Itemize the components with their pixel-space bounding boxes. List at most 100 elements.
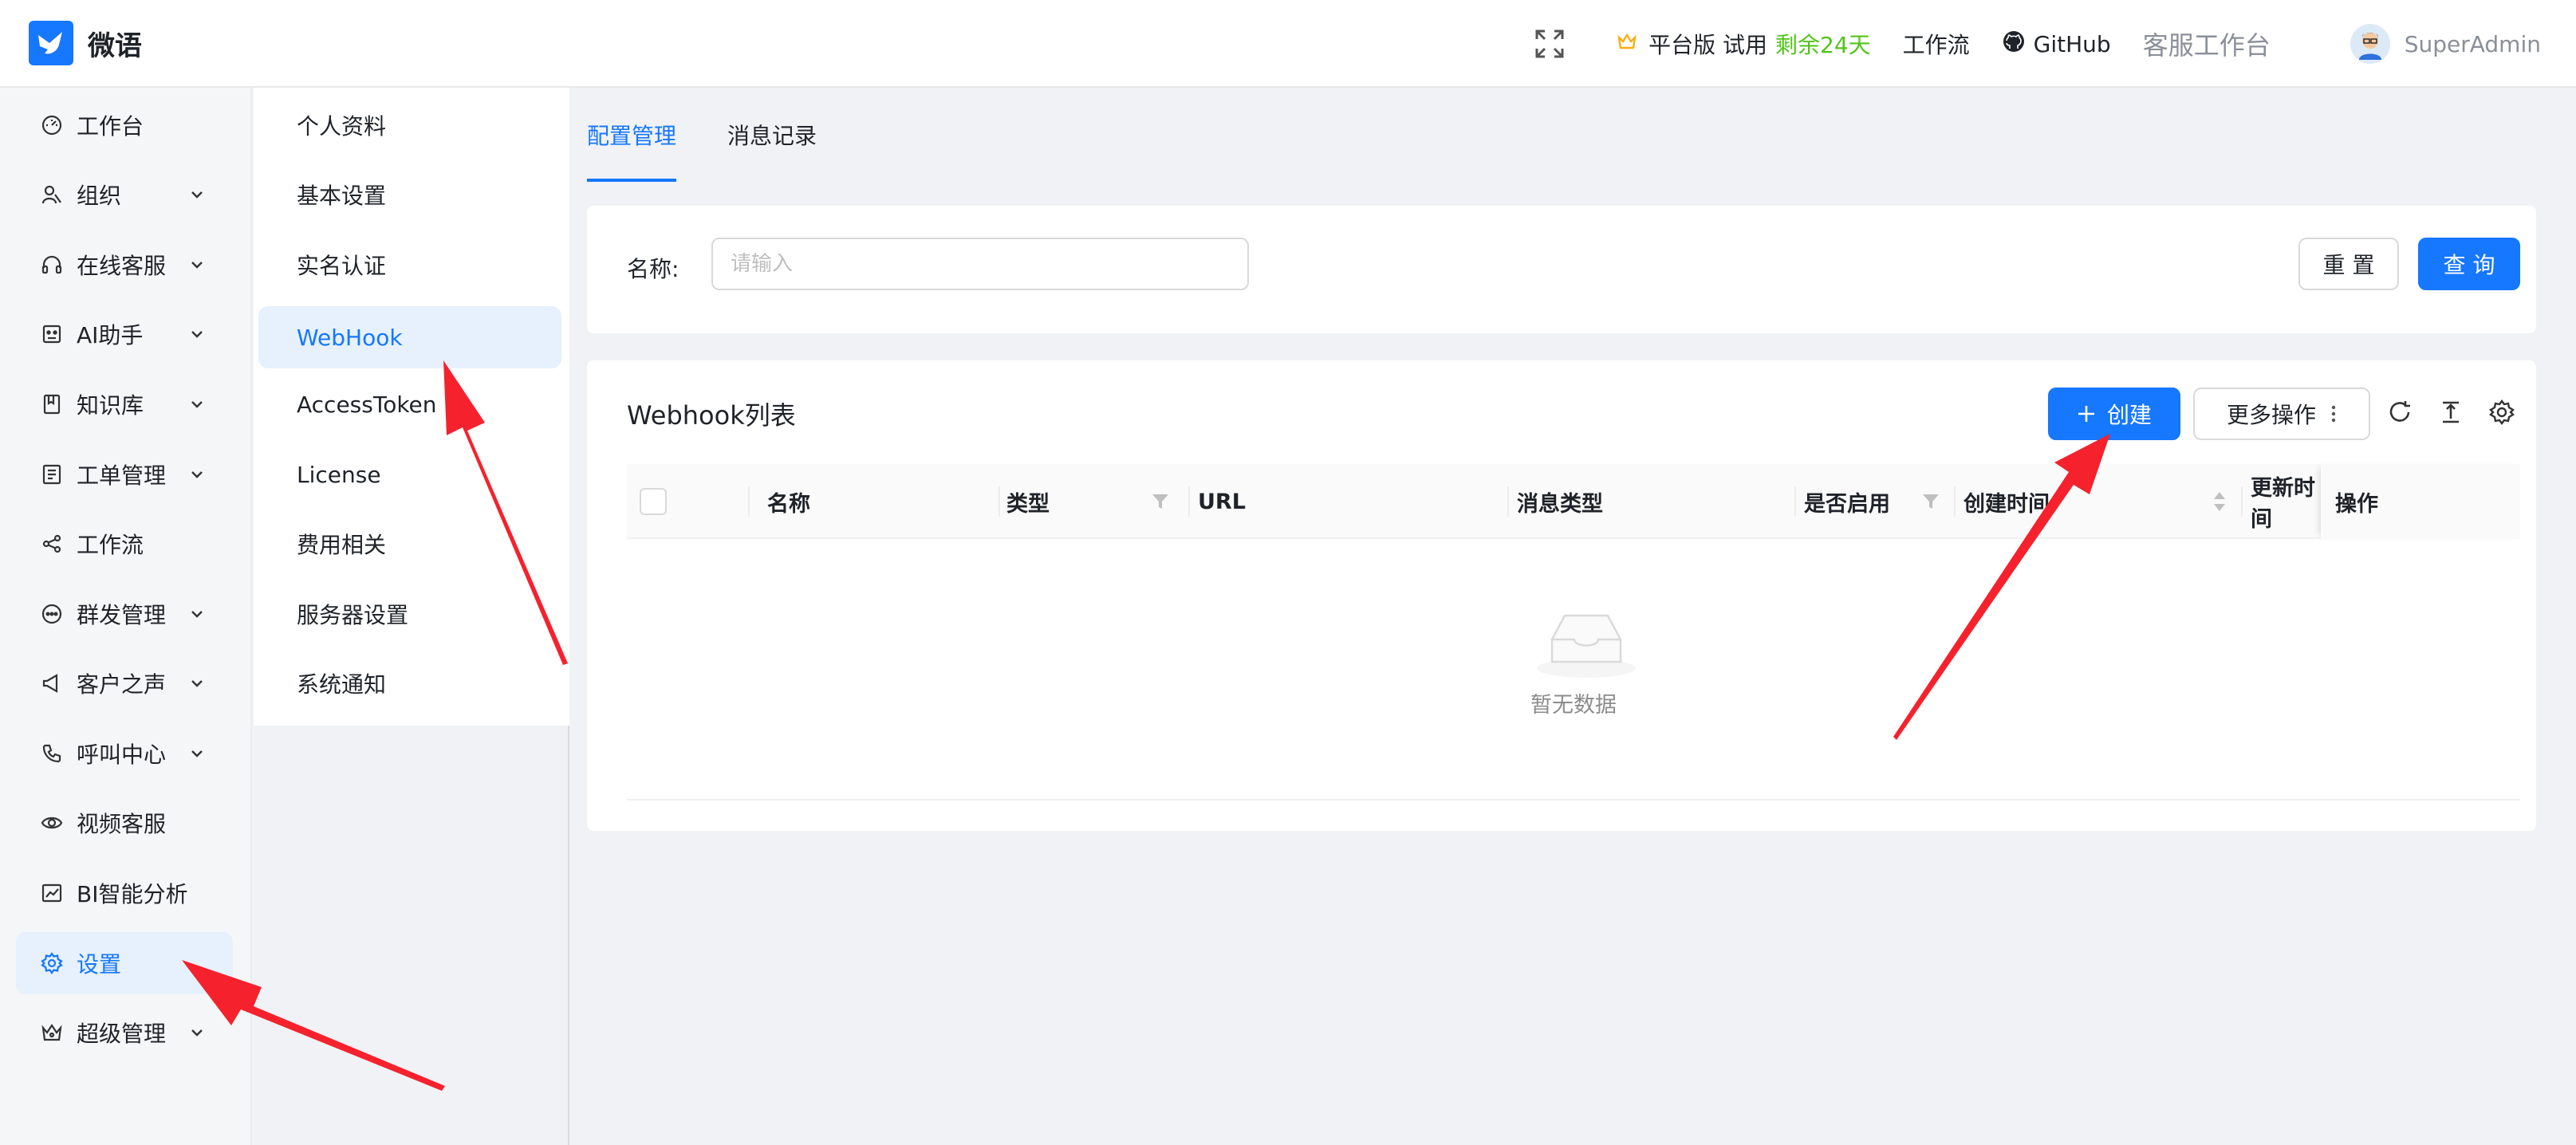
sidebar-item-9[interactable]: 呼叫中心 [16,722,233,785]
submenu-item-3[interactable]: WebHook [258,306,561,368]
filter-icon[interactable] [1152,493,1169,513]
empty-text: 暂无数据 [1530,693,1617,718]
column-created-time[interactable]: 创建时间 [1964,464,2050,539]
submenu-item-4[interactable]: AccessToken [258,373,561,435]
table-header: 名称 类型 URL 消息类型 是否启用 创建时间 更新时间 操作 [627,464,2520,539]
sort-icon[interactable] [2212,488,2227,518]
column-divider [1507,486,1509,517]
more-actions-button[interactable]: 更多操作 [2193,388,2370,440]
column-enabled[interactable]: 是否启用 [1804,464,1890,539]
sidebar-item-label: 工作流 [77,532,144,558]
tab-bar: 配置管理 消息记录 [587,88,868,182]
sidebar-item-label: 超级管理 [77,1021,167,1047]
book-icon [40,392,64,416]
chevron-down-icon [188,742,206,768]
sidebar-item-10[interactable]: 视频客服 [16,792,233,854]
tab-message-log[interactable]: 消息记录 [727,88,817,182]
sidebar-item-label: 组织 [77,183,122,209]
fixed-column-header: 操作 [2321,464,2520,539]
more-vertical-icon [2330,404,2337,423]
sidebar-item-label: 设置 [77,951,122,978]
headset-icon [40,253,64,277]
username[interactable]: SuperAdmin [2405,31,2541,57]
plan-label: 平台版 试用 [1648,32,1768,58]
sidebar-item-label: 工作台 [77,113,144,140]
crown-icon [40,1021,64,1045]
chevron-down-icon [188,462,206,489]
name-search-input[interactable] [711,238,1249,290]
column-message-type[interactable]: 消息类型 [1517,464,1603,539]
submenu-item-6[interactable]: 费用相关 [258,513,561,575]
sidebar-item-6[interactable]: 工作流 [16,513,233,575]
submenu-item-8[interactable]: 系统通知 [258,652,561,714]
column-type[interactable]: 类型 [1006,464,1050,539]
tab-config[interactable]: 配置管理 [587,88,677,182]
agent-workbench-link[interactable]: 客服工作台 [2143,26,2271,62]
chevron-down-icon [188,392,206,419]
create-label: 创建 [2106,402,2152,428]
github-icon [2002,30,2026,59]
chat-icon [40,602,64,626]
workflow-link[interactable]: 工作流 [1903,28,1970,60]
column-updated-time[interactable]: 更新时间 [2251,464,2321,539]
submenu-empty-area [254,726,569,1145]
sidebar-item-1[interactable]: 组织 [16,163,233,226]
top-header: 微语 平台版 试用 剩余24天 工作流 GitHub 客服工作台 SuperAd… [0,0,2576,88]
organization-icon [40,183,64,207]
fullscreen-icon[interactable] [1534,28,1566,60]
left-menu: 工作台组织在线客服 AI助手知识库工单管理工作流群发管理客户之声呼叫中心视频客服 B… [0,88,252,1145]
column-divider [748,486,750,517]
sidebar-item-12[interactable]: 设置 [16,932,233,994]
sidebar-item-13[interactable]: 超级管理 [16,1001,233,1064]
sidebar-item-0[interactable]: 工作台 [16,94,233,156]
reset-button[interactable]: 重 置 [2298,238,2399,290]
sidebar-item-2[interactable]: 在线客服 [16,234,233,296]
sidebar-item-label: 客户之声 [77,671,167,698]
app-logo[interactable]: 微语 [29,21,142,65]
create-button[interactable]: 创建 [2048,388,2180,440]
avatar[interactable] [2350,24,2390,64]
robot-icon [40,322,64,346]
chevron-down-icon [188,602,206,628]
column-divider [998,486,1000,517]
plan-status[interactable]: 平台版 试用 剩余24天 [1617,28,1871,60]
bird-logo-icon [29,21,73,65]
empty-state: 暂无数据 [627,539,2520,801]
sidebar-item-11[interactable]: BI智能分析 [16,862,233,924]
github-link[interactable]: GitHub [2002,30,2111,59]
sidebar-item-label: BI智能分析 [77,881,188,907]
column-height-icon[interactable] [2436,397,2466,427]
query-button[interactable]: 查 询 [2418,238,2520,290]
webhook-table-card: Webhook列表 创建 更多操作 名称 类型 URL 消息类型 是否启用 创建… [587,360,2536,831]
sidebar-item-8[interactable]: 客户之声 [16,652,233,714]
column-url[interactable]: URL [1198,464,1246,539]
github-label: GitHub [2033,30,2111,57]
plus-icon [2077,404,2096,423]
chevron-down-icon [188,1021,206,1047]
filter-icon[interactable] [1922,493,1940,513]
submenu-item-7[interactable]: 服务器设置 [258,583,561,645]
main-content: 配置管理 消息记录 名称: 重 置 查 询 Webhook列表 创建 更多操作 [571,88,2576,1145]
empty-inbox-icon [1534,608,1638,683]
submenu-item-5[interactable]: License [258,443,561,506]
submenu-item-1[interactable]: 基本设置 [258,163,561,226]
dashboard-icon [40,113,64,137]
submenu-item-2[interactable]: 实名认证 [258,234,561,296]
refresh-icon[interactable] [2385,397,2415,427]
settings-gear-icon[interactable] [2487,397,2517,427]
column-divider [2241,486,2243,517]
chevron-down-icon [188,671,206,698]
submenu-item-0[interactable]: 个人资料 [258,94,561,156]
app-name: 微语 [88,30,142,62]
sidebar-item-label: 呼叫中心 [77,742,167,768]
megaphone-icon [40,671,64,695]
ticket-icon [40,462,64,486]
sidebar-item-3[interactable]: AI助手 [16,303,233,365]
sidebar-item-5[interactable]: 工单管理 [16,443,233,506]
select-all-checkbox[interactable] [640,488,667,515]
chevron-down-icon [188,183,206,209]
chart-icon [40,881,64,905]
sidebar-item-7[interactable]: 群发管理 [16,583,233,645]
sidebar-item-4[interactable]: 知识库 [16,373,233,435]
column-name[interactable]: 名称 [767,464,810,539]
